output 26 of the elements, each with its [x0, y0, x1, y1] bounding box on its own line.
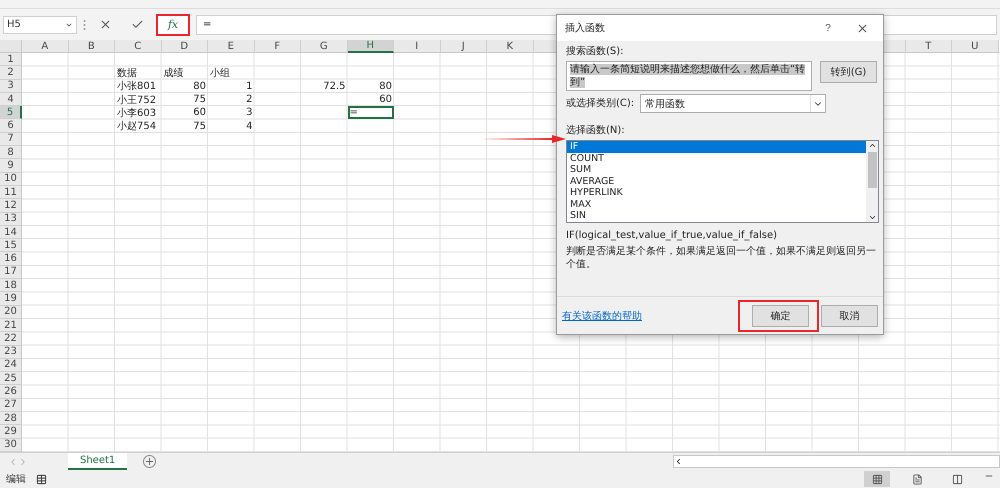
- table-cell-text: 1: [245, 80, 254, 93]
- table-cell-text: 小张801: [116, 80, 158, 93]
- table-cell-text: 60: [192, 106, 207, 120]
- function-syntax: IF(logical_test,value_if_true,value_if_false): [566, 229, 778, 242]
- table-cell-text: 小赵754: [116, 120, 158, 133]
- table-cell: =: [348, 106, 394, 120]
- table-cell-text: 2: [245, 93, 254, 106]
- table-cell-text: 60: [378, 93, 393, 106]
- table-cell-text: 成绩: [162, 66, 184, 80]
- table-cell-text: 小组: [209, 66, 231, 80]
- table-cell-text: 小李603: [116, 106, 158, 120]
- table-cell-text: 80: [192, 80, 207, 93]
- table-cell-text: 数据: [116, 66, 138, 80]
- dialog-title: 插入函数: [565, 22, 605, 35]
- table-cell-text: 小王752: [116, 94, 158, 106]
- table-cell-text: 80: [378, 80, 393, 93]
- table-cell-text: 75: [192, 93, 207, 106]
- function-description: 判断是否满足某个条件，如果满足返回一个值，如果不满足则返回另一个值。: [566, 245, 877, 271]
- table-cell-text: 75: [192, 120, 207, 133]
- category-label: 或选择类别(C):: [566, 97, 634, 110]
- mode-label: 编辑: [6, 472, 26, 486]
- table-cell-text: 4: [245, 120, 254, 133]
- function-list-label: 选择函数(N):: [566, 124, 626, 137]
- table-cell-text: 72.5: [322, 80, 346, 93]
- table-cell-text: 3: [245, 106, 254, 120]
- search-label: 搜索函数(S):: [566, 45, 625, 58]
